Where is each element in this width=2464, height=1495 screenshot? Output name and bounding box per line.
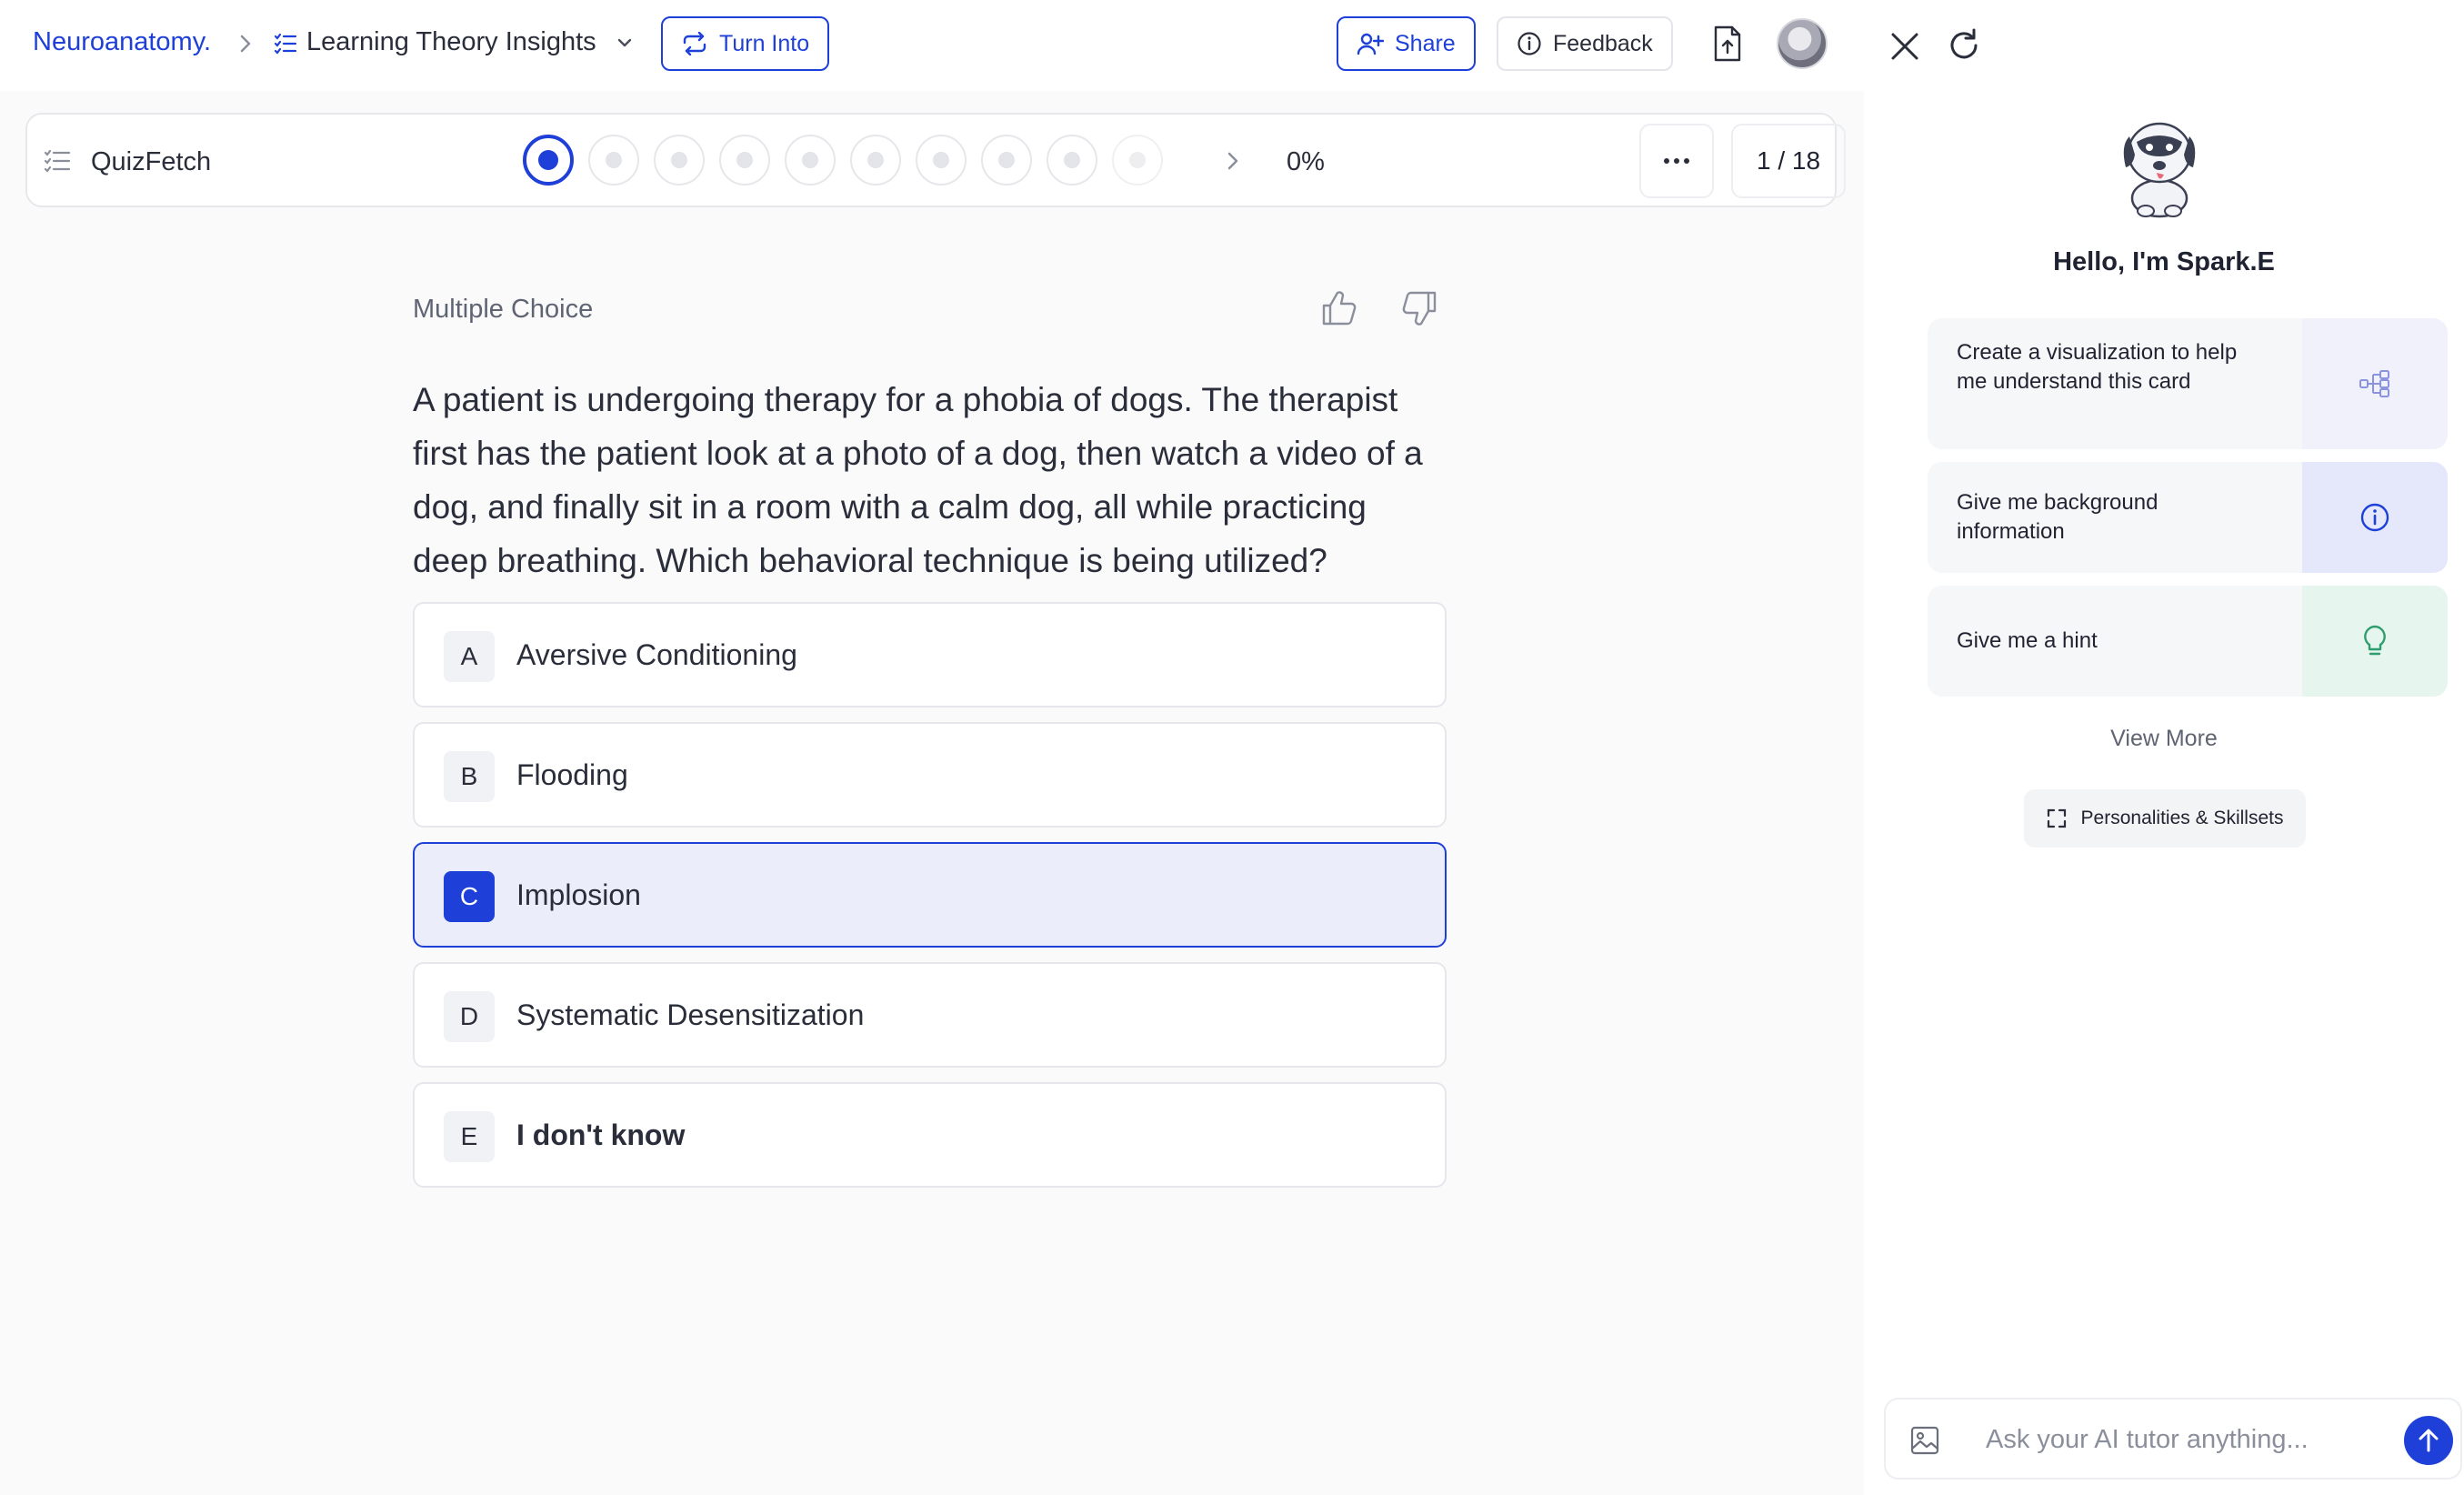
option-letter: A [444, 631, 495, 682]
diagram-icon [2359, 370, 2389, 397]
question-dot[interactable] [916, 135, 967, 186]
ai-tutor-panel: Hello, I'm Spark.E Create a visualizatio… [1864, 0, 2464, 1495]
quiz-title: QuizFetch [91, 147, 212, 176]
question-progress-dots [523, 135, 1163, 186]
checklist-icon [44, 149, 71, 173]
option-label: Flooding [516, 758, 628, 791]
breadcrumb-root-link[interactable]: Neuroanatomy. [33, 27, 211, 57]
add-user-icon [1357, 33, 1384, 55]
answer-option-e[interactable]: E I don't know [413, 1082, 1447, 1188]
question-dot[interactable] [654, 135, 705, 186]
turn-into-label: Turn Into [719, 30, 810, 56]
checklist-icon [274, 33, 297, 55]
suggestion-background[interactable]: Give me background information [1928, 462, 2448, 573]
question-counter: 1 / 18 [1731, 124, 1846, 198]
question-dot[interactable] [1047, 135, 1097, 186]
view-more-link[interactable]: View More [1864, 726, 2464, 752]
thumbs-up-icon[interactable] [1320, 289, 1358, 327]
share-button[interactable]: Share [1337, 16, 1476, 71]
suggestion-visualization[interactable]: Create a visualization to help me unders… [1928, 318, 2448, 449]
turn-into-button[interactable]: Turn Into [661, 16, 830, 71]
share-label: Share [1395, 30, 1456, 56]
info-circle-icon [1517, 32, 1541, 55]
repeat-icon [683, 32, 706, 55]
chevron-right-icon[interactable] [1222, 147, 1244, 175]
answer-option-b[interactable]: B Flooding [413, 722, 1447, 828]
question-dot[interactable] [719, 135, 770, 186]
option-label: Implosion [516, 878, 641, 911]
breadcrumb-title[interactable]: Learning Theory Insights [306, 27, 596, 57]
thumbs-down-icon[interactable] [1400, 289, 1438, 327]
app-root: Neuroanatomy. Learning Theory Insights T… [0, 0, 2464, 1495]
assistant-greeting: Hello, I'm Spark.E [2053, 247, 2275, 276]
refresh-icon[interactable] [1946, 27, 1982, 64]
suggestion-hint[interactable]: Give me a hint [1928, 586, 2448, 697]
answer-option-a[interactable]: A Aversive Conditioning [413, 602, 1447, 707]
option-label: Systematic Desensitization [516, 998, 865, 1031]
avatar[interactable] [1777, 18, 1828, 69]
question-type-label: Multiple Choice [413, 295, 594, 324]
arrow-up-icon [2419, 1429, 2439, 1452]
option-label: Aversive Conditioning [516, 638, 797, 671]
feedback-button[interactable]: Feedback [1497, 16, 1673, 71]
answer-option-d[interactable]: D Systematic Desensitization [413, 962, 1447, 1068]
question-dot[interactable] [523, 135, 574, 186]
expand-icon [2047, 808, 2066, 828]
option-letter: D [444, 991, 495, 1042]
chevron-down-icon[interactable] [615, 33, 635, 53]
lightbulb-icon [2364, 625, 2386, 656]
quiz-header-bar: QuizFetch 0% 1 / 18 [25, 113, 1846, 207]
question-dot[interactable] [981, 135, 1032, 186]
feedback-label: Feedback [1553, 30, 1653, 56]
personalities-label: Personalities & Skillsets [2080, 808, 2284, 828]
top-bar: Neuroanatomy. Learning Theory Insights T… [0, 0, 1864, 91]
option-label: I don't know [516, 1119, 686, 1151]
personalities-button[interactable]: Personalities & Skillsets [2024, 789, 2306, 848]
close-icon[interactable] [1889, 31, 1920, 62]
progress-percent: 0% [1287, 147, 1325, 176]
image-upload-icon[interactable] [1909, 1425, 1940, 1456]
answer-option-c[interactable]: C Implosion [413, 842, 1447, 948]
suggestion-label: Create a visualization to help me unders… [1957, 340, 2238, 394]
chat-input-box[interactable]: Ask your AI tutor anything... [1884, 1398, 2462, 1480]
send-button[interactable] [2404, 1416, 2453, 1465]
suggestion-icon-area [2302, 462, 2448, 573]
suggestion-icon-area [2302, 318, 2448, 449]
more-horizontal-icon [1664, 158, 1689, 164]
question-dot[interactable] [850, 135, 901, 186]
dog-mascot-icon [2123, 122, 2196, 218]
question-dot[interactable] [588, 135, 639, 186]
info-icon [2360, 503, 2389, 532]
suggestion-icon-area [2302, 586, 2448, 697]
chevron-right-icon [240, 35, 251, 53]
option-letter: E [444, 1111, 495, 1162]
suggestion-label: Give me a hint [1957, 628, 2098, 653]
more-options-button[interactable] [1639, 124, 1714, 198]
question-text: A patient is undergoing therapy for a ph… [413, 381, 1423, 579]
suggestion-label: Give me background information [1957, 490, 2159, 544]
export-file-icon[interactable] [1712, 25, 1743, 62]
question-dot[interactable] [785, 135, 836, 186]
main-area: Neuroanatomy. Learning Theory Insights T… [0, 0, 1864, 1495]
option-letter: C [444, 871, 495, 922]
chat-input-placeholder: Ask your AI tutor anything... [1986, 1425, 2309, 1454]
option-letter: B [444, 751, 495, 802]
question-dot[interactable] [1112, 135, 1163, 186]
